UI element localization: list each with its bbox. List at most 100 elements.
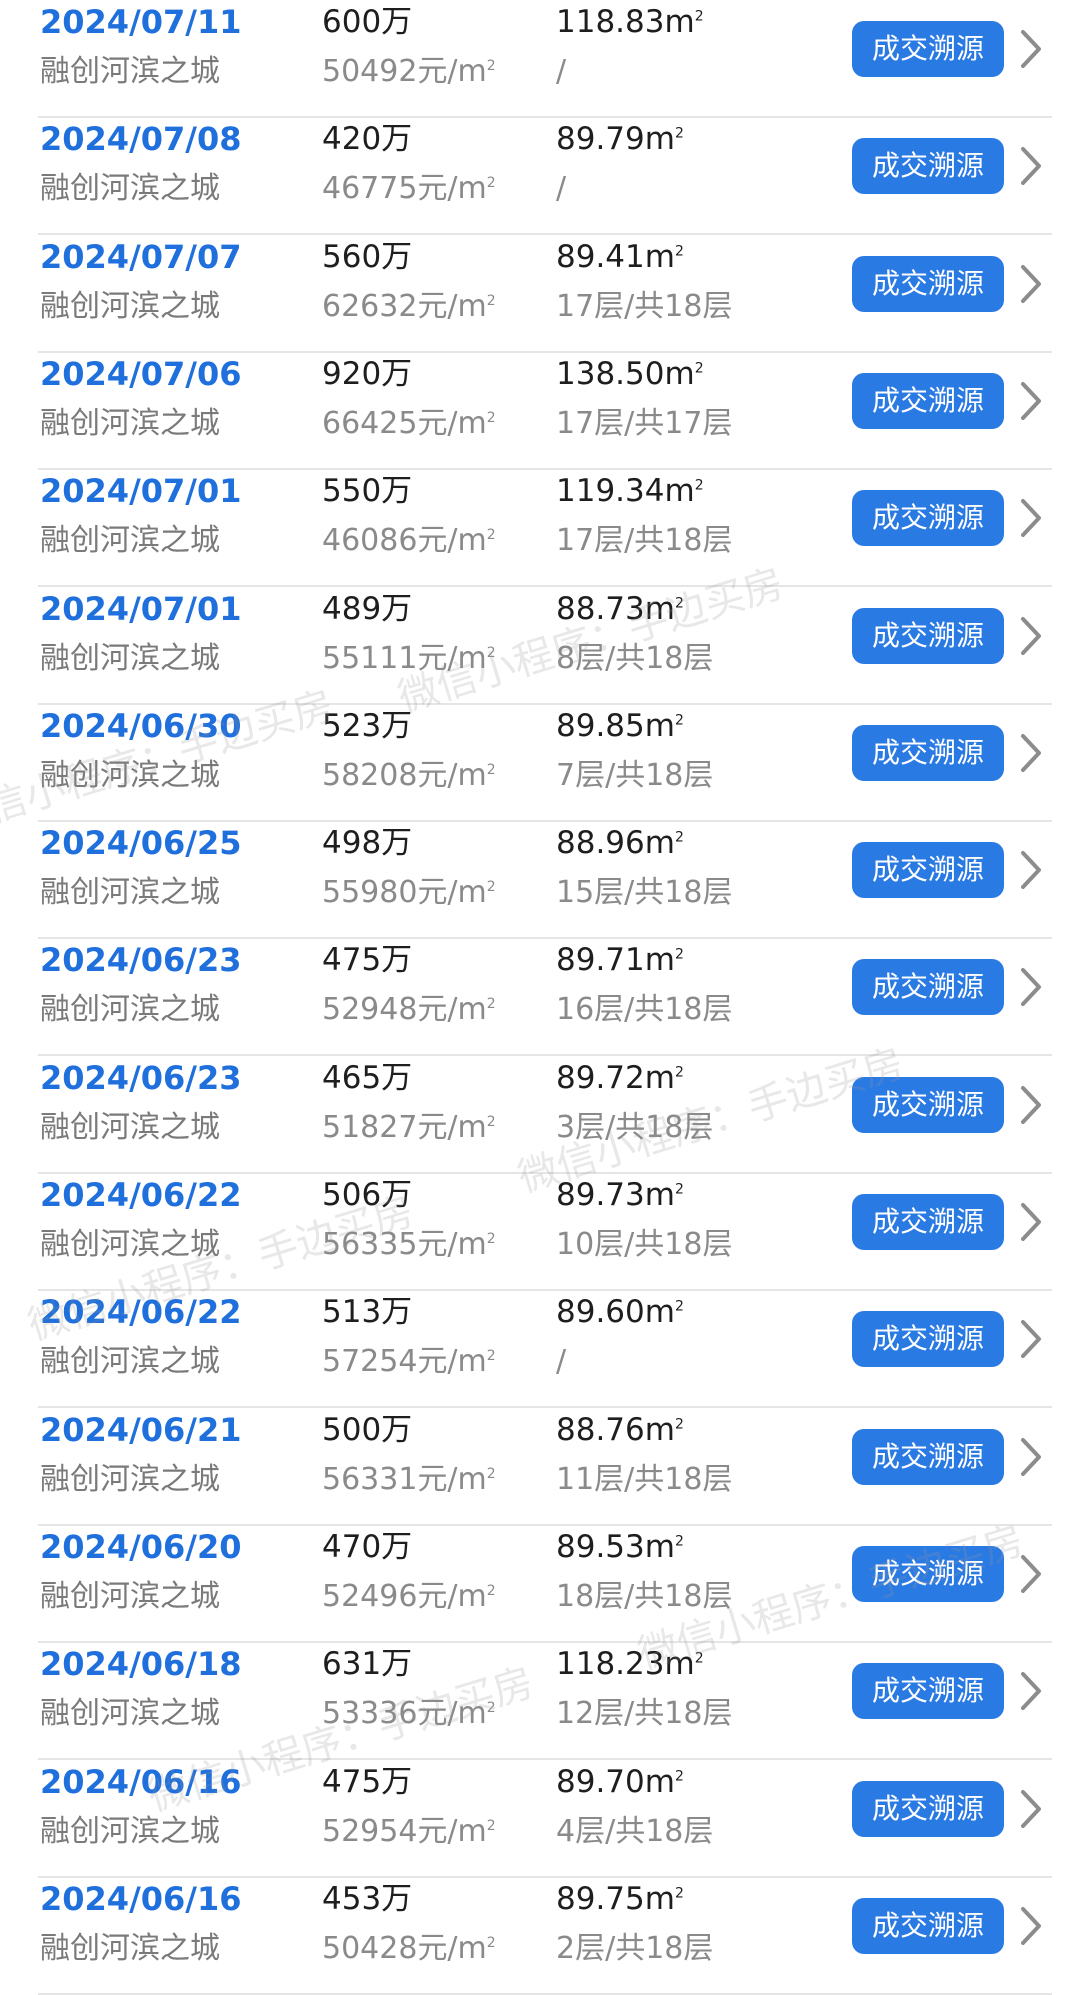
unit-price-suffix: 元/m [417, 1461, 487, 1497]
chevron-right-icon[interactable] [1018, 1084, 1044, 1126]
area-unit: m [644, 1177, 675, 1213]
trace-source-button[interactable]: 成交溯源 [852, 372, 1004, 429]
community-name: 融创河滨之城 [40, 1227, 220, 1262]
chevron-right-icon[interactable] [1018, 1788, 1044, 1830]
transaction-row: 2024/07/06 融创河滨之城 920万 66425元/m2 138.50m2 17层… [0, 352, 1080, 470]
chevron-right-icon[interactable] [1018, 1201, 1044, 1243]
area-sup: 2 [694, 360, 704, 377]
trace-source-button[interactable]: 成交溯源 [852, 1545, 1004, 1602]
chevron-right-icon[interactable] [1018, 1553, 1044, 1595]
unit-price-value: 46775 [322, 171, 418, 207]
transaction-row: 2024/06/18 融创河滨之城 631万 53336元/m2 118.23m2 12层… [0, 1642, 1080, 1761]
community-name: 融创河滨之城 [40, 1344, 220, 1380]
floor-info: 8层/共18层 [556, 640, 714, 676]
community-name: 融创河滨之城 [40, 405, 220, 441]
unit-price: 46775元/m2 [322, 167, 496, 211]
trace-source-button[interactable]: 成交溯源 [852, 1194, 1004, 1250]
trace-source-button[interactable]: 成交溯源 [852, 1076, 1004, 1133]
area-unit: m [644, 121, 675, 158]
unit-price-suffix: 元/m [417, 640, 487, 676]
trace-source-button[interactable]: 成交溯源 [852, 21, 1004, 77]
trace-source-button[interactable]: 成交溯源 [852, 255, 1004, 312]
area-value: 89.79 [556, 121, 645, 158]
trace-source-button[interactable]: 成交溯源 [852, 490, 1004, 547]
deal-date: 2024/07/06 [40, 354, 242, 393]
community-name: 融创河滨之城 [40, 1696, 220, 1732]
unit-price-sup: 2 [486, 1348, 496, 1365]
deal-date: 2024/07/01 [40, 589, 242, 628]
area-unit: m [644, 1880, 675, 1917]
unit-price: 56331元/m2 [322, 1458, 496, 1502]
unit-price: 53336元/m2 [322, 1692, 496, 1736]
transaction-row: 2024/07/01 融创河滨之城 489万 55111元/m2 88.73m2 8层/共… [0, 587, 1080, 705]
trace-source-button[interactable]: 成交溯源 [852, 1663, 1004, 1720]
unit-price-value: 57254 [322, 1344, 418, 1380]
area-value: 89.73 [556, 1177, 645, 1213]
trace-source-button[interactable]: 成交溯源 [852, 959, 1004, 1016]
row-divider [38, 1992, 1052, 1995]
chevron-right-icon[interactable] [1018, 1318, 1044, 1360]
transaction-row: 2024/06/23 融创河滨之城 465万 51827元/m2 89.72m2 3层/共… [0, 1056, 1080, 1174]
area-value: 118.23 [556, 1646, 665, 1683]
trace-source-button[interactable]: 成交溯源 [852, 1428, 1004, 1485]
chevron-right-icon[interactable] [1018, 380, 1044, 422]
chevron-right-icon[interactable] [1018, 263, 1044, 305]
chevron-right-icon[interactable] [1018, 497, 1044, 539]
chevron-right-icon[interactable] [1018, 1436, 1044, 1478]
transaction-row: 2024/06/22 融创河滨之城 513万 57254元/m2 89.60m2/成交溯… [0, 1290, 1080, 1409]
floor-info: 10层/共18层 [556, 1227, 733, 1262]
area-sup: 2 [674, 1064, 684, 1081]
floor-info: / [556, 1344, 567, 1380]
trace-source-button[interactable]: 成交溯源 [852, 1780, 1004, 1837]
deal-date: 2024/06/23 [40, 1058, 242, 1097]
total-price: 513万 [322, 1294, 413, 1331]
trace-source-button[interactable]: 成交溯源 [852, 1311, 1004, 1368]
deal-date: 2024/07/11 [40, 3, 242, 41]
chevron-right-icon[interactable] [1018, 1670, 1044, 1712]
chevron-right-icon[interactable] [1018, 966, 1044, 1008]
area-sup: 2 [694, 1650, 704, 1667]
unit-price: 52954元/m2 [322, 1810, 496, 1854]
trace-source-button[interactable]: 成交溯源 [852, 842, 1004, 899]
area-value: 89.41 [556, 238, 645, 275]
unit-price-value: 56335 [322, 1227, 418, 1262]
unit-price-suffix: 元/m [417, 523, 487, 559]
transaction-row: 2024/06/16 融创河滨之城 475万 52954元/m2 89.70m2 4层/共… [0, 1760, 1080, 1878]
area-unit: m [664, 1646, 695, 1683]
trace-source-button[interactable]: 成交溯源 [852, 607, 1004, 664]
unit-price-suffix: 元/m [417, 1696, 487, 1732]
chevron-right-icon[interactable] [1018, 28, 1044, 70]
area-sup: 2 [674, 1181, 684, 1198]
area: 89.72m2 [556, 1056, 684, 1100]
area-sup: 2 [674, 1298, 684, 1315]
transaction-row: 2024/06/23 融创河滨之城 475万 52948元/m2 89.71m2 16层/… [0, 938, 1080, 1057]
unit-price: 57254元/m2 [322, 1340, 496, 1384]
trace-source-button[interactable]: 成交溯源 [852, 724, 1004, 781]
trace-source-button[interactable]: 成交溯源 [852, 138, 1004, 195]
unit-price-sup: 2 [486, 58, 496, 74]
area-unit: m [644, 238, 675, 275]
unit-price-suffix: 元/m [417, 171, 487, 207]
unit-price-suffix: 元/m [417, 1578, 487, 1614]
unit-price: 51827元/m2 [322, 1106, 496, 1150]
area-value: 89.72 [556, 1059, 645, 1096]
chevron-right-icon[interactable] [1018, 1905, 1044, 1947]
unit-price-sup: 2 [486, 409, 496, 426]
unit-price-sup: 2 [486, 644, 496, 661]
total-price: 506万 [322, 1177, 413, 1213]
chevron-right-icon[interactable] [1018, 849, 1044, 891]
floor-info: 11层/共18层 [556, 1461, 733, 1497]
chevron-right-icon[interactable] [1018, 145, 1044, 187]
unit-price-suffix: 元/m [417, 1227, 487, 1262]
area-sup: 2 [674, 595, 684, 612]
chevron-right-icon[interactable] [1018, 615, 1044, 657]
area-sup: 2 [674, 125, 684, 142]
transaction-row: 2024/06/22 融创河滨之城 506万 56335元/m2 89.73m2 10层/… [0, 1173, 1080, 1291]
unit-price-value: 58208 [322, 757, 418, 793]
area-sup: 2 [694, 8, 704, 25]
area-value: 138.50 [556, 355, 665, 392]
unit-price-sup: 2 [486, 1465, 496, 1482]
trace-source-button[interactable]: 成交溯源 [852, 1897, 1004, 1954]
chevron-right-icon[interactable] [1018, 732, 1044, 774]
area-sup: 2 [674, 712, 684, 729]
